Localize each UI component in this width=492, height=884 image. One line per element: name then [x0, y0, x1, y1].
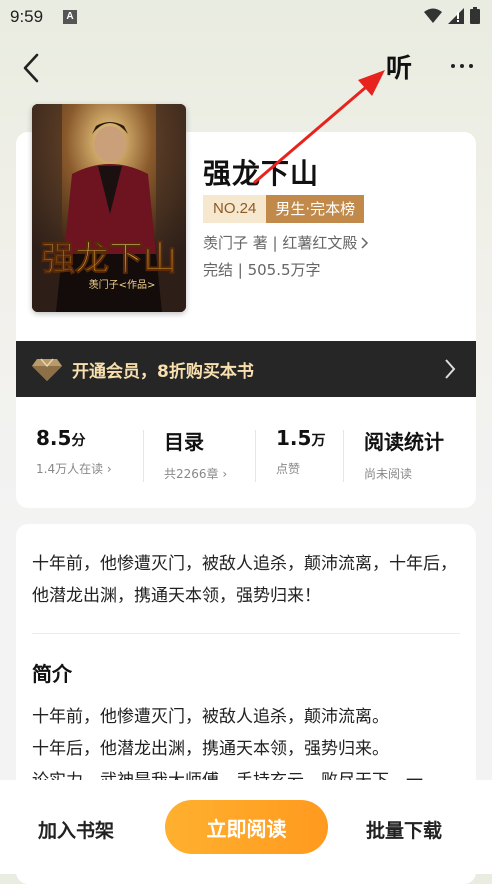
cover-author-text: 羡门子<作品>	[89, 278, 156, 291]
status-icons	[424, 7, 480, 24]
rank-number: NO.24	[203, 195, 267, 223]
author-line[interactable]: 羡门子 著 | 红薯红文殿	[203, 232, 369, 253]
wifi-icon	[424, 8, 442, 23]
listen-button[interactable]: 听	[386, 48, 412, 85]
book-title: 强龙下山	[203, 157, 320, 190]
intro-line: 十年前，他惨遭灭门，被敌人追杀，颠沛流离。	[32, 707, 389, 727]
more-button[interactable]	[444, 52, 480, 80]
intro-heading: 简介	[32, 662, 72, 686]
rank-badge[interactable]: NO.24 男生·完本榜	[203, 195, 365, 223]
likes-label: 点赞	[276, 462, 301, 476]
stats-row: 8.5分 1.4万人在读 › 目录 共2266章 › 1.5万 点赞 阅读统计 …	[16, 408, 476, 508]
toc-label: 目录	[164, 430, 204, 454]
intro-line: 十年后，他潜龙出渊，携通天本领，强势归来。	[32, 739, 389, 759]
status-time: 9:59	[10, 7, 44, 26]
battery-icon	[470, 7, 480, 24]
reading-stats-label: 阅读统计	[364, 430, 444, 454]
divider	[32, 633, 460, 634]
more-dot	[469, 64, 473, 68]
vip-banner[interactable]: 开通会员，8折购买本书	[16, 341, 476, 397]
author-publisher: 羡门子 著 | 红薯红文殿	[203, 234, 358, 252]
divider	[343, 430, 344, 482]
rating-unit: 分	[71, 433, 86, 449]
cover-title-text: 强龙下山	[41, 239, 177, 279]
stat-toc[interactable]: 目录 共2266章 ›	[164, 426, 227, 482]
chevron-right-icon	[361, 236, 369, 249]
diamond-icon	[32, 358, 62, 381]
stat-reading[interactable]: 阅读统计 尚未阅读	[364, 426, 444, 482]
batch-download-button[interactable]: 批量下载	[366, 816, 442, 843]
chevron-right-icon	[445, 359, 456, 379]
likes-unit: 万	[311, 433, 326, 449]
chapter-count: 共2266章	[164, 467, 219, 481]
status-bar: 9:59 A	[0, 0, 492, 34]
chevron-left-icon	[23, 53, 39, 83]
read-now-button[interactable]: 立即阅读	[165, 800, 328, 854]
rank-list-name: 男生·完本榜	[266, 195, 365, 223]
more-dot	[460, 64, 464, 68]
readers-count: 1.4万人在读	[36, 462, 104, 476]
bottom-action-bar: 加入书架 立即阅读 批量下载	[0, 780, 492, 874]
tagline: 十年前，他惨遭灭门，被敌人追杀，颠沛流离，十年后，他潜龙出渊，携通天本领，强势归…	[32, 554, 457, 606]
add-to-shelf-button[interactable]: 加入书架	[38, 816, 114, 843]
book-status: 完结 | 505.5万字	[203, 261, 321, 279]
more-dot	[451, 64, 455, 68]
likes-value: 1.5	[276, 426, 312, 450]
cover-art: 强龙下山 羡门子<作品>	[32, 104, 186, 312]
reading-status: 尚未阅读	[364, 467, 413, 481]
vip-text: 开通会员，8折购买本书	[72, 361, 254, 382]
back-button[interactable]	[14, 50, 50, 86]
signal-icon	[448, 7, 464, 24]
book-cover[interactable]: 强龙下山 羡门子<作品>	[32, 104, 186, 312]
divider	[143, 430, 144, 482]
nav-bar: 听	[0, 40, 492, 96]
rating-value: 8.5	[36, 426, 72, 450]
stat-likes[interactable]: 1.5万 点赞	[276, 426, 325, 477]
stat-rating[interactable]: 8.5分 1.4万人在读 ›	[36, 426, 112, 477]
notification-icon: A	[63, 10, 77, 24]
divider	[255, 430, 256, 482]
